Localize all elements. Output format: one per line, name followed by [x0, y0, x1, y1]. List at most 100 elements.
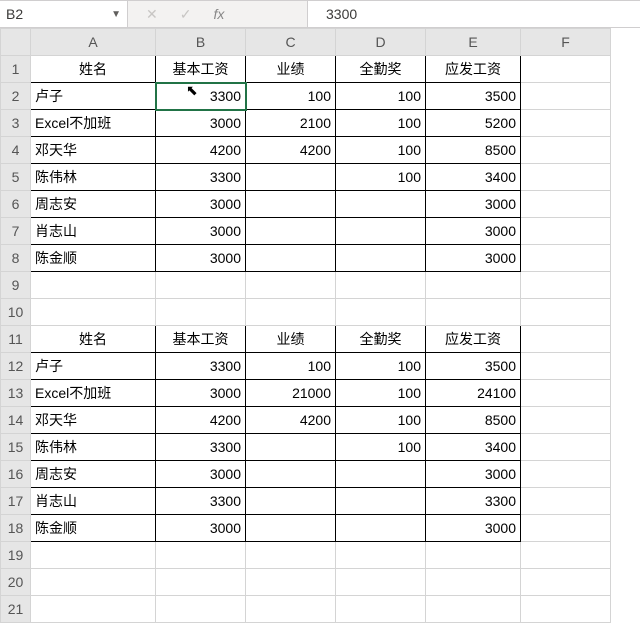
cell[interactable] [246, 218, 336, 245]
row-header[interactable]: 16 [1, 461, 31, 488]
cell[interactable]: 应发工资 [426, 56, 521, 83]
cell[interactable]: 4200 [156, 407, 246, 434]
cell[interactable]: 业绩 [246, 326, 336, 353]
cell[interactable] [246, 515, 336, 542]
cell[interactable]: 100 [246, 83, 336, 110]
cell[interactable]: 3300 [156, 164, 246, 191]
cell[interactable] [521, 326, 611, 353]
cell[interactable] [521, 137, 611, 164]
col-header-C[interactable]: C [246, 29, 336, 56]
cell[interactable] [246, 164, 336, 191]
row-header[interactable]: 20 [1, 569, 31, 596]
cell[interactable] [336, 488, 426, 515]
row-header[interactable]: 13 [1, 380, 31, 407]
cell[interactable]: 3000 [156, 380, 246, 407]
cell[interactable] [336, 272, 426, 299]
cell[interactable] [246, 191, 336, 218]
cell[interactable]: 邓天华 [31, 407, 156, 434]
col-header-D[interactable]: D [336, 29, 426, 56]
cell[interactable]: 3400 [426, 164, 521, 191]
cell[interactable] [246, 461, 336, 488]
cell[interactable] [426, 542, 521, 569]
cell[interactable]: 3000 [156, 191, 246, 218]
cell-active[interactable]: 3300 ⬉ [156, 83, 246, 110]
cell[interactable] [31, 299, 156, 326]
cell[interactable]: 卢子 [31, 83, 156, 110]
cell[interactable] [521, 353, 611, 380]
cell[interactable]: 8500 [426, 407, 521, 434]
col-header-B[interactable]: B [156, 29, 246, 56]
cell[interactable] [246, 488, 336, 515]
cell[interactable]: 肖志山 [31, 488, 156, 515]
cell[interactable] [521, 218, 611, 245]
cell[interactable] [521, 461, 611, 488]
spreadsheet[interactable]: A B C D E F 1 姓名 基本工资 业绩 全勤奖 应发工资 2 卢子 3… [0, 28, 640, 623]
formula-input[interactable]: 3300 [308, 1, 640, 27]
cell[interactable] [521, 407, 611, 434]
cell[interactable] [426, 596, 521, 623]
cell[interactable]: 肖志山 [31, 218, 156, 245]
row-header[interactable]: 17 [1, 488, 31, 515]
cell[interactable] [246, 596, 336, 623]
cell[interactable] [521, 380, 611, 407]
cell[interactable]: 3300 [156, 434, 246, 461]
cell[interactable] [156, 272, 246, 299]
cell[interactable] [156, 596, 246, 623]
cell[interactable]: 卢子 [31, 353, 156, 380]
cell[interactable]: 100 [336, 164, 426, 191]
cell[interactable]: 5200 [426, 110, 521, 137]
row-header[interactable]: 3 [1, 110, 31, 137]
cell[interactable] [31, 569, 156, 596]
cell[interactable] [246, 569, 336, 596]
cell[interactable] [246, 299, 336, 326]
chevron-down-icon[interactable]: ▼ [111, 9, 121, 20]
cell[interactable]: 周志安 [31, 461, 156, 488]
cell[interactable] [521, 515, 611, 542]
cell[interactable]: 全勤奖 [336, 326, 426, 353]
cell[interactable] [521, 542, 611, 569]
cell[interactable]: 3500 [426, 353, 521, 380]
cell[interactable]: 基本工资 [156, 56, 246, 83]
row-header[interactable]: 15 [1, 434, 31, 461]
cell[interactable]: 基本工资 [156, 326, 246, 353]
enter-icon[interactable]: ✓ [180, 6, 192, 23]
cell[interactable] [336, 245, 426, 272]
cell[interactable] [521, 596, 611, 623]
cell[interactable] [521, 245, 611, 272]
row-header[interactable]: 2 [1, 83, 31, 110]
row-header[interactable]: 19 [1, 542, 31, 569]
cell[interactable]: 3000 [156, 110, 246, 137]
col-header-A[interactable]: A [31, 29, 156, 56]
cell[interactable]: 100 [336, 380, 426, 407]
row-header[interactable]: 6 [1, 191, 31, 218]
row-header[interactable]: 18 [1, 515, 31, 542]
cell[interactable] [521, 83, 611, 110]
cell[interactable] [156, 542, 246, 569]
cell[interactable] [521, 299, 611, 326]
cell[interactable] [426, 299, 521, 326]
row-header[interactable]: 5 [1, 164, 31, 191]
col-header-F[interactable]: F [521, 29, 611, 56]
row-header[interactable]: 12 [1, 353, 31, 380]
cell[interactable]: 姓名 [31, 326, 156, 353]
cell[interactable] [521, 191, 611, 218]
cell[interactable] [521, 488, 611, 515]
cell[interactable]: 3000 [156, 515, 246, 542]
cell[interactable]: 8500 [426, 137, 521, 164]
row-header[interactable]: 10 [1, 299, 31, 326]
cell[interactable]: 陈金顺 [31, 245, 156, 272]
cell[interactable]: 应发工资 [426, 326, 521, 353]
cell[interactable]: Excel不加班 [31, 110, 156, 137]
cell[interactable]: 100 [336, 407, 426, 434]
cell[interactable] [336, 218, 426, 245]
cell[interactable]: 100 [246, 353, 336, 380]
cell[interactable] [246, 434, 336, 461]
cell[interactable]: 姓名 [31, 56, 156, 83]
cell[interactable] [336, 461, 426, 488]
cell[interactable]: 3000 [426, 515, 521, 542]
cell[interactable]: 3000 [156, 461, 246, 488]
cell[interactable]: 21000 [246, 380, 336, 407]
row-header[interactable]: 21 [1, 596, 31, 623]
cell[interactable] [521, 164, 611, 191]
cell[interactable] [336, 542, 426, 569]
